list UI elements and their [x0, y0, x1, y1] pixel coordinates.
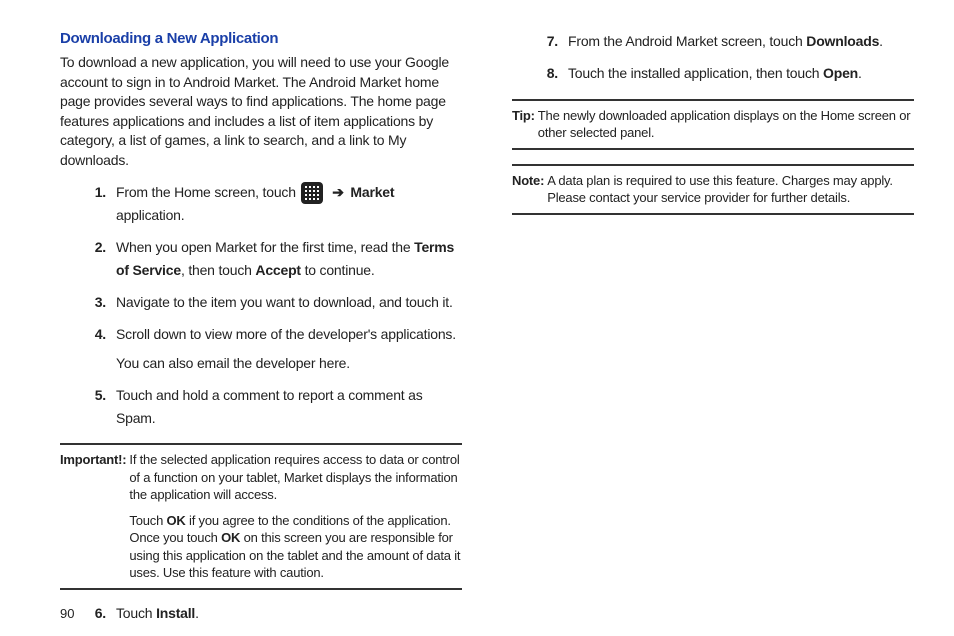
apps-grid-icon	[301, 182, 323, 204]
step-number: 3.	[90, 291, 116, 313]
step-6: 6. Touch Install.	[90, 602, 462, 624]
step-number: 8.	[542, 62, 568, 84]
step-number: 6.	[90, 602, 116, 624]
step-body: When you open Market for the first time,…	[116, 236, 462, 281]
step-1: 1. From the Home screen, touch ➔ Market …	[90, 181, 462, 227]
callout-label: Important!:	[60, 451, 129, 582]
step-body: From the Home screen, touch ➔ Market app…	[116, 181, 462, 227]
market-label: Market	[350, 184, 394, 200]
step-5: 5. Touch and hold a comment to report a …	[90, 384, 462, 429]
step-body: Touch the installed application, then to…	[568, 62, 914, 84]
important-callout: Important!: If the selected application …	[60, 443, 462, 590]
step-number: 1.	[90, 181, 116, 227]
section-heading: Downloading a New Application	[60, 30, 462, 47]
callout-body: The newly downloaded application display…	[538, 107, 914, 142]
steps-list-left-cont: 6. Touch Install.	[60, 602, 462, 624]
callout-label: Tip:	[512, 107, 538, 142]
step-number: 5.	[90, 384, 116, 429]
step-body: Navigate to the item you want to downloa…	[116, 291, 462, 313]
step-body: From the Android Market screen, touch Do…	[568, 30, 914, 52]
step-body: Touch Install.	[116, 602, 462, 624]
step-3: 3. Navigate to the item you want to down…	[90, 291, 462, 313]
note-callout: Note: A data plan is required to use thi…	[512, 164, 914, 215]
tip-callout: Tip: The newly downloaded application di…	[512, 99, 914, 150]
step-body: Scroll down to view more of the develope…	[116, 323, 462, 374]
step-8: 8. Touch the installed application, then…	[542, 62, 914, 84]
arrow-icon: ➔	[332, 184, 344, 200]
left-column: Downloading a New Application To downloa…	[60, 30, 462, 600]
step-number: 4.	[90, 323, 116, 374]
step-number: 7.	[542, 30, 568, 52]
right-column: 7. From the Android Market screen, touch…	[512, 30, 914, 600]
step-4: 4. Scroll down to view more of the devel…	[90, 323, 462, 374]
steps-list-right: 7. From the Android Market screen, touch…	[512, 30, 914, 85]
steps-list-left: 1. From the Home screen, touch ➔ Market …	[60, 181, 462, 429]
step-number: 2.	[90, 236, 116, 281]
step-7: 7. From the Android Market screen, touch…	[542, 30, 914, 52]
intro-paragraph: To download a new application, you will …	[60, 53, 462, 171]
callout-body: If the selected application requires acc…	[129, 451, 462, 582]
callout-body: A data plan is required to use this feat…	[547, 172, 914, 207]
step-body: Touch and hold a comment to report a com…	[116, 384, 462, 429]
page-columns: Downloading a New Application To downloa…	[60, 30, 914, 600]
callout-label: Note:	[512, 172, 547, 207]
step-2: 2. When you open Market for the first ti…	[90, 236, 462, 281]
